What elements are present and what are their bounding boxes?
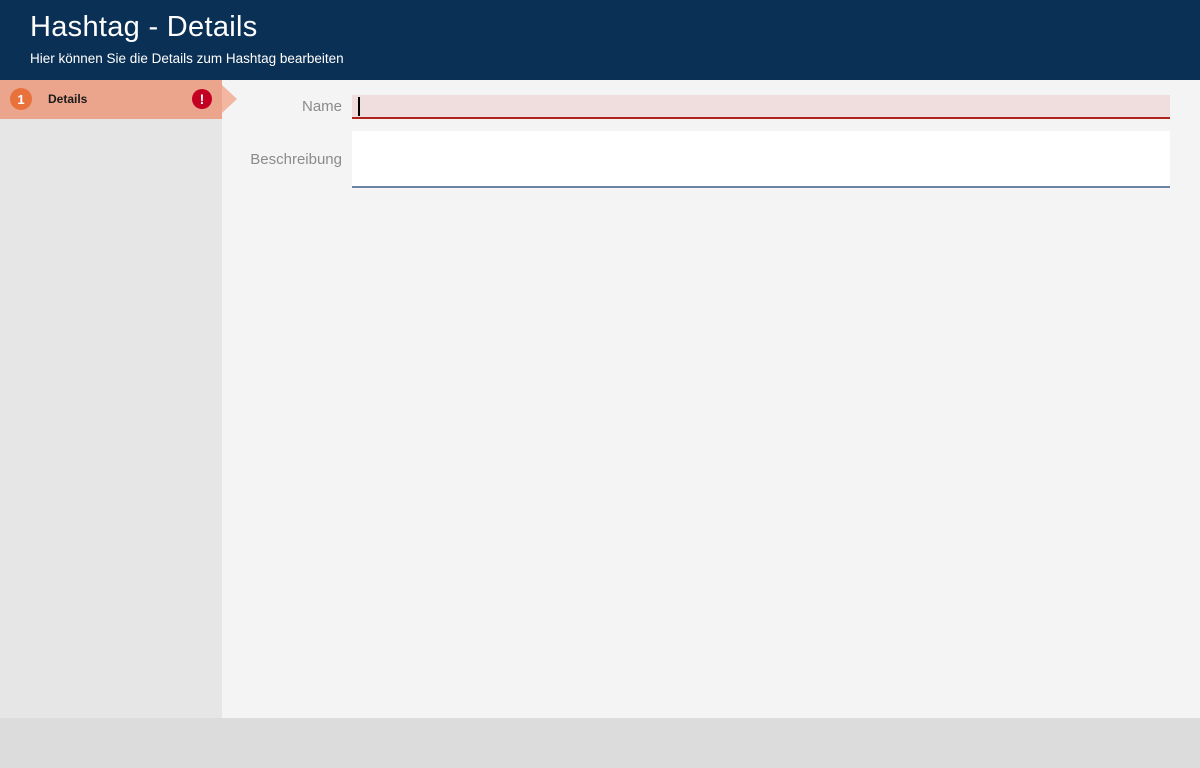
hashtag-details-dialog: Hashtag - Details Hier können Sie die De… — [0, 0, 1200, 768]
step-label: Details — [48, 80, 87, 119]
dialog-footer: Weiteres Objekt erstellen Fertigstellen … — [0, 718, 1200, 768]
step-number-badge: 1 — [10, 88, 32, 110]
page-title: Hashtag - Details — [30, 11, 258, 44]
name-field-label: Name — [222, 98, 342, 115]
description-textarea[interactable] — [352, 131, 1170, 188]
wizard-sidebar: 1 Details ! — [0, 80, 222, 718]
description-field-label: Beschreibung — [222, 151, 342, 168]
wizard-step-details[interactable]: 1 Details ! — [0, 80, 222, 119]
page-subtitle: Hier können Sie die Details zum Hashtag … — [30, 51, 344, 66]
error-icon: ! — [192, 89, 212, 109]
text-caret — [358, 97, 360, 116]
name-input[interactable] — [352, 95, 1170, 119]
dialog-header: Hashtag - Details Hier können Sie die De… — [0, 0, 1200, 80]
